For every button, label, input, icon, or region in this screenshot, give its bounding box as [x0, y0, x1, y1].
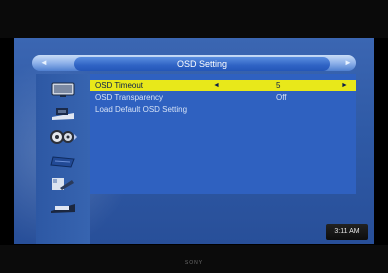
channel-list-icon[interactable]: [48, 152, 78, 172]
menu-item-osd-timeout[interactable]: OSD Timeout ◄ 5 ►: [90, 80, 356, 91]
settings-gears-icon[interactable]: [48, 127, 78, 147]
menu-item-load-default[interactable]: Load Default OSD Setting: [90, 104, 356, 115]
value-increase-icon[interactable]: ►: [341, 80, 348, 91]
menu-item-label: OSD Transparency: [95, 93, 164, 102]
menu-title: OSD Setting: [176, 59, 228, 69]
nav-left-icon[interactable]: ◄: [40, 59, 48, 67]
nav-right-icon[interactable]: ►: [344, 59, 352, 67]
picture-icon[interactable]: [48, 103, 78, 123]
menu-item-label: OSD Timeout: [95, 81, 144, 90]
value-decrease-icon[interactable]: ◄: [213, 80, 220, 91]
tv-screen: OSD Setting ◄ ► OSD Timeout ◄ 5 ► OSD Tr…: [14, 38, 374, 244]
menu-item-value: Off: [276, 93, 287, 102]
tv-icon[interactable]: [48, 80, 78, 100]
tv-bezel-top: [0, 0, 388, 38]
brand-logo: SONY: [184, 260, 204, 266]
menu-item-osd-transparency[interactable]: OSD Transparency Off: [90, 92, 356, 103]
menu-item-value: 5: [276, 81, 281, 90]
menu-category-panel: [36, 74, 90, 244]
menu-item-label: Load Default OSD Setting: [95, 105, 188, 114]
tv-bezel-bottom: [0, 245, 388, 273]
tools-icon[interactable]: [48, 174, 78, 194]
clock-time: 3:11 AM: [334, 228, 360, 235]
media-icon[interactable]: [48, 197, 78, 217]
